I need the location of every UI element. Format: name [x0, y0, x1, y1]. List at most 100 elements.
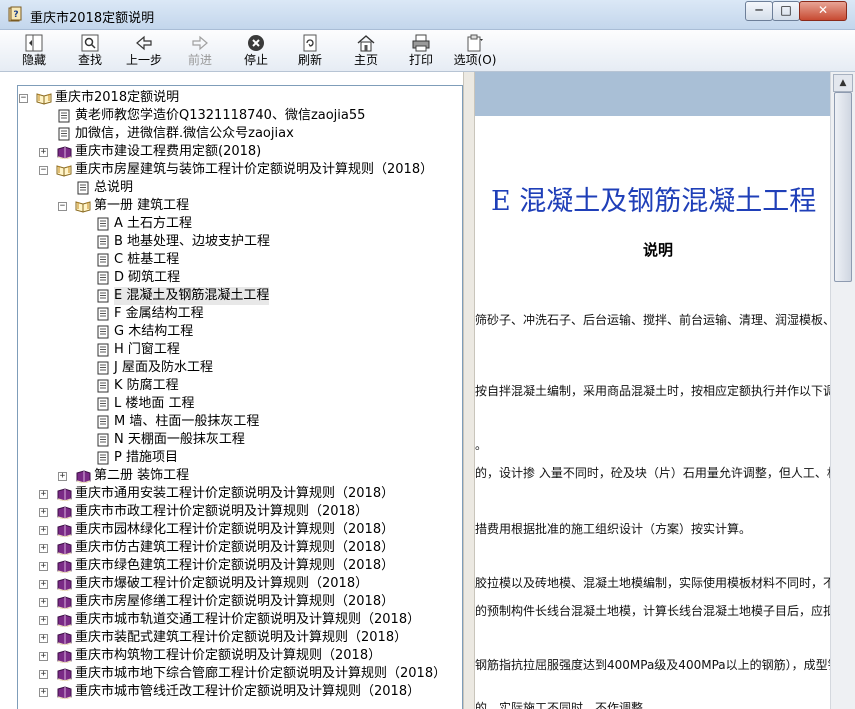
tree-node[interactable]: J 屋面及防水工程	[18, 359, 462, 377]
scroll-up-icon[interactable]: ▲	[833, 74, 853, 92]
tree-node-label[interactable]: K 防腐工程	[114, 377, 179, 395]
expand-icon[interactable]: +	[39, 634, 48, 643]
expand-icon[interactable]: +	[39, 562, 48, 571]
toolbar-button-hide[interactable]: 隐藏	[12, 32, 56, 70]
tree-node[interactable]: + 重庆市市政工程计价定额说明及计算规则（2018）	[18, 503, 462, 521]
tree-node-label[interactable]: E 混凝土及钢筋混凝土工程	[114, 287, 270, 305]
tree-node[interactable]: + 第二册 装饰工程	[18, 467, 462, 485]
maximize-button[interactable]: □	[772, 1, 800, 21]
tree-node-label[interactable]: 第一册 建筑工程	[94, 197, 189, 215]
expand-icon[interactable]: +	[39, 670, 48, 679]
tree-node[interactable]: + 重庆市仿古建筑工程计价定额说明及计算规则（2018）	[18, 539, 462, 557]
expand-icon[interactable]: +	[39, 148, 48, 157]
expand-icon[interactable]: +	[39, 616, 48, 625]
tree-node[interactable]: + 重庆市城市轨道交通工程计价定额说明及计算规则（2018）	[18, 611, 462, 629]
tree-node[interactable]: D 砌筑工程	[18, 269, 462, 287]
tree-node-label[interactable]: 重庆市城市轨道交通工程计价定额说明及计算规则（2018）	[75, 611, 420, 629]
tree-node-label[interactable]: 黄老师教您学造价Q1321118740、微信zaojia55	[75, 107, 365, 125]
toolbar-button-options[interactable]: 选项(O)	[447, 32, 503, 70]
tree-node-label[interactable]: 重庆市2018定额说明	[55, 89, 179, 107]
expand-icon[interactable]: +	[39, 688, 48, 697]
expand-icon[interactable]: +	[39, 490, 48, 499]
tree-node-label[interactable]: B 地基处理、边坡支护工程	[114, 233, 270, 251]
tree-node[interactable]: 黄老师教您学造价Q1321118740、微信zaojia55	[18, 107, 462, 125]
tree-node[interactable]: G 木结构工程	[18, 323, 462, 341]
tree-node[interactable]: F 金属结构工程	[18, 305, 462, 323]
tree-node-label[interactable]: 重庆市仿古建筑工程计价定额说明及计算规则（2018）	[75, 539, 394, 557]
tree-node-label[interactable]: D 砌筑工程	[114, 269, 180, 287]
tree-node-label[interactable]: M 墙、柱面一般抹灰工程	[114, 413, 259, 431]
tree-node-label[interactable]: 总说明	[94, 179, 133, 197]
tree-node-label[interactable]: N 天棚面一般抹灰工程	[114, 431, 245, 449]
toolbar-button-forward-arrow[interactable]: 前进	[180, 32, 220, 70]
tree-node[interactable]: E 混凝土及钢筋混凝土工程	[18, 287, 462, 305]
tree-node[interactable]: M 墙、柱面一般抹灰工程	[18, 413, 462, 431]
toolbar-button-find[interactable]: 查找	[68, 32, 112, 70]
tree-node-label[interactable]: 重庆市建设工程费用定额(2018)	[75, 143, 261, 161]
tree-node-label[interactable]: L 楼地面 工程	[114, 395, 195, 413]
tree-node-label[interactable]: 重庆市通用安装工程计价定额说明及计算规则（2018）	[75, 485, 394, 503]
tree-node[interactable]: + 重庆市城市地下综合管廊工程计价定额说明及计算规则（2018）	[18, 665, 462, 683]
tree-node[interactable]: K 防腐工程	[18, 377, 462, 395]
collapse-icon[interactable]: −	[19, 94, 28, 103]
expand-icon[interactable]: +	[39, 580, 48, 589]
tree-node[interactable]: − 第一册 建筑工程	[18, 197, 462, 215]
tree-node[interactable]: P 措施项目	[18, 449, 462, 467]
tree-node[interactable]: H 门窗工程	[18, 341, 462, 359]
vertical-scrollbar[interactable]: ▲	[830, 72, 855, 709]
toolbar-button-stop[interactable]: 停止	[234, 32, 278, 70]
tree-node[interactable]: + 重庆市通用安装工程计价定额说明及计算规则（2018）	[18, 485, 462, 503]
tree-node-label[interactable]: H 门窗工程	[114, 341, 180, 359]
tree-node[interactable]: + 重庆市园林绿化工程计价定额说明及计算规则（2018）	[18, 521, 462, 539]
tree-node[interactable]: A 土石方工程	[18, 215, 462, 233]
collapse-icon[interactable]: −	[39, 166, 48, 175]
tree-node[interactable]: + 重庆市房屋修缮工程计价定额说明及计算规则（2018）	[18, 593, 462, 611]
tree-node-label[interactable]: 加微信，进微信群.微信公众号zaojiax	[75, 125, 294, 143]
minimize-button[interactable]: ─	[745, 1, 773, 21]
tree-node[interactable]: + 重庆市构筑物工程计价定额说明及计算规则（2018）	[18, 647, 462, 665]
toolbar-button-home[interactable]: 主页	[344, 32, 388, 70]
tree-node[interactable]: + 重庆市城市管线迁改工程计价定额说明及计算规则（2018）	[18, 683, 462, 701]
tree-node[interactable]: 加微信，进微信群.微信公众号zaojiax	[18, 125, 462, 143]
tree-node[interactable]: + 重庆市装配式建筑工程计价定额说明及计算规则（2018）	[18, 629, 462, 647]
tree-node-label[interactable]: F 金属结构工程	[114, 305, 204, 323]
expand-icon[interactable]: +	[39, 508, 48, 517]
tree-node[interactable]: N 天棚面一般抹灰工程	[18, 431, 462, 449]
expand-icon[interactable]: +	[39, 652, 48, 661]
tree-node-label[interactable]: P 措施项目	[114, 449, 178, 467]
tree-node[interactable]: L 楼地面 工程	[18, 395, 462, 413]
tree-node-label[interactable]: 重庆市爆破工程计价定额说明及计算规则（2018）	[75, 575, 368, 593]
tree-node-label[interactable]: 重庆市园林绿化工程计价定额说明及计算规则（2018）	[75, 521, 394, 539]
tree-node-label[interactable]: A 土石方工程	[114, 215, 192, 233]
close-button[interactable]: ✕	[799, 1, 847, 21]
tree-node-label[interactable]: 重庆市房屋建筑与装饰工程计价定额说明及计算规则（2018）	[75, 161, 433, 179]
tree-node[interactable]: + 重庆市建设工程费用定额(2018)	[18, 143, 462, 161]
expand-icon[interactable]: +	[39, 598, 48, 607]
tree-node[interactable]: − 重庆市房屋建筑与装饰工程计价定额说明及计算规则（2018）	[18, 161, 462, 179]
tree-node-label[interactable]: 重庆市市政工程计价定额说明及计算规则（2018）	[75, 503, 368, 521]
tree-node-label[interactable]: G 木结构工程	[114, 323, 193, 341]
contents-tree[interactable]: − 重庆市2018定额说明 黄老师教您学造价Q1321118740、微信zaojia…	[17, 85, 463, 709]
expand-icon[interactable]: +	[39, 544, 48, 553]
tree-node-label[interactable]: 重庆市城市管线迁改工程计价定额说明及计算规则（2018）	[75, 683, 420, 701]
tree-node-label[interactable]: 第二册 装饰工程	[94, 467, 189, 485]
tree-node-label[interactable]: 重庆市构筑物工程计价定额说明及计算规则（2018）	[75, 647, 381, 665]
toolbar-button-refresh[interactable]: 刷新	[288, 32, 332, 70]
tree-node[interactable]: + 重庆市绿色建筑工程计价定额说明及计算规则（2018）	[18, 557, 462, 575]
toolbar-button-print[interactable]: 打印	[399, 32, 443, 70]
tree-node[interactable]: + 重庆市爆破工程计价定额说明及计算规则（2018）	[18, 575, 462, 593]
tree-node-label[interactable]: J 屋面及防水工程	[114, 359, 213, 377]
tree-node[interactable]: B 地基处理、边坡支护工程	[18, 233, 462, 251]
expand-icon[interactable]: +	[39, 526, 48, 535]
tree-node[interactable]: C 桩基工程	[18, 251, 462, 269]
tree-node-label[interactable]: 重庆市城市地下综合管廊工程计价定额说明及计算规则（2018）	[75, 665, 446, 683]
tree-node-label[interactable]: 重庆市房屋修缮工程计价定额说明及计算规则（2018）	[75, 593, 394, 611]
expand-icon[interactable]: +	[58, 472, 67, 481]
tree-node-label[interactable]: C 桩基工程	[114, 251, 179, 269]
collapse-icon[interactable]: −	[58, 202, 67, 211]
scroll-thumb[interactable]	[834, 92, 852, 282]
tree-node-label[interactable]: 重庆市绿色建筑工程计价定额说明及计算规则（2018）	[75, 557, 394, 575]
toolbar-button-back-arrow[interactable]: 上一步	[119, 32, 169, 70]
tree-node[interactable]: − 重庆市2018定额说明	[18, 89, 462, 107]
pane-splitter[interactable]	[463, 72, 475, 709]
